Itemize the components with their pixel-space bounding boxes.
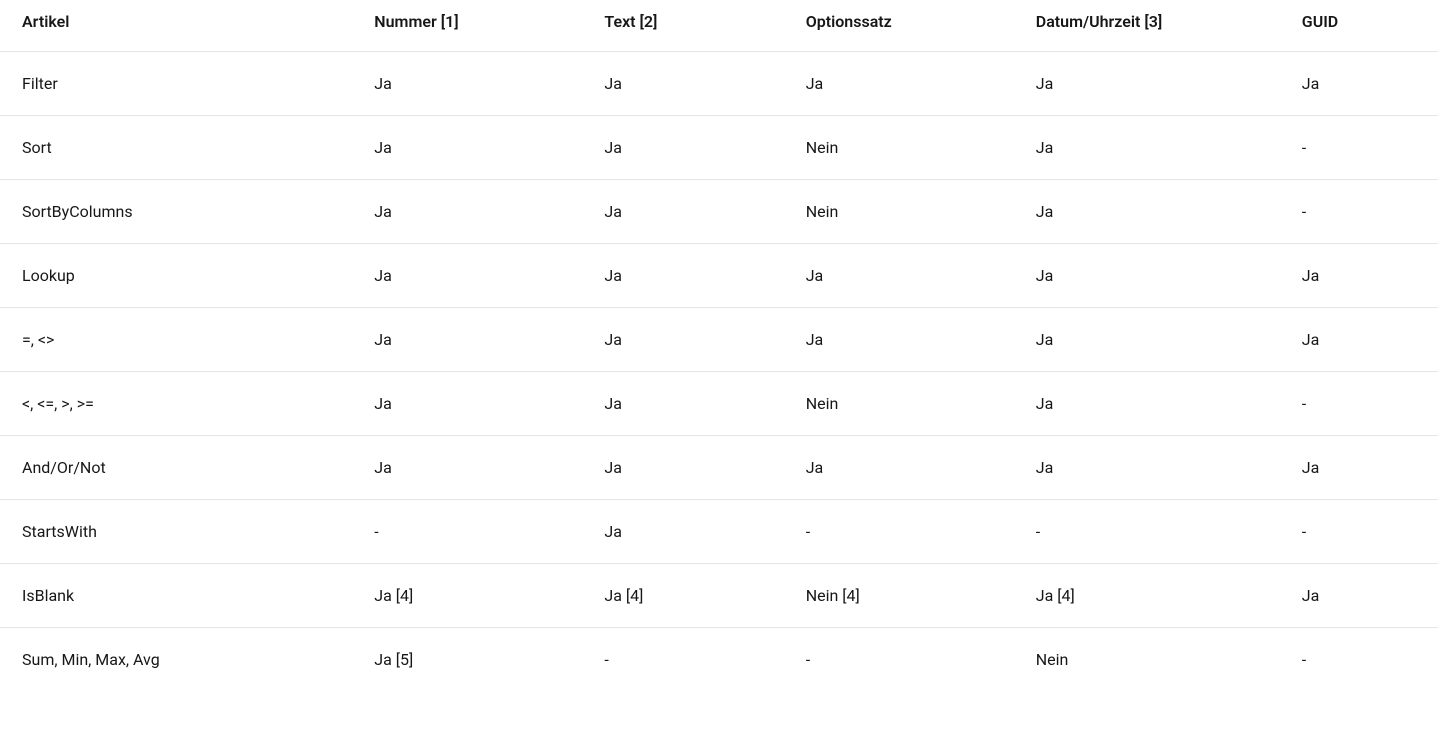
cell-datum: Ja [1014, 436, 1280, 500]
cell-guid: Ja [1280, 436, 1438, 500]
cell-optionssatz: Nein [784, 116, 1014, 180]
cell-nummer: Ja [352, 372, 582, 436]
cell-text: Ja [582, 52, 783, 116]
cell-datum: Ja [1014, 116, 1280, 180]
cell-text: Ja [4] [582, 564, 783, 628]
cell-text: - [582, 628, 783, 692]
cell-artikel: IsBlank [0, 564, 352, 628]
cell-nummer: Ja [352, 116, 582, 180]
table-row: Sum, Min, Max, Avg Ja [5] - - Nein - [0, 628, 1438, 692]
cell-artikel: And/Or/Not [0, 436, 352, 500]
table-row: <, <=, >, >= Ja Ja Nein Ja - [0, 372, 1438, 436]
cell-optionssatz: Nein [784, 180, 1014, 244]
cell-optionssatz: Nein [4] [784, 564, 1014, 628]
cell-datum: - [1014, 500, 1280, 564]
cell-artikel: Lookup [0, 244, 352, 308]
cell-guid: Ja [1280, 564, 1438, 628]
cell-optionssatz: Ja [784, 52, 1014, 116]
cell-guid: Ja [1280, 52, 1438, 116]
cell-optionssatz: Ja [784, 308, 1014, 372]
header-nummer: Nummer [1] [352, 0, 582, 52]
cell-nummer: Ja [352, 308, 582, 372]
cell-artikel: StartsWith [0, 500, 352, 564]
cell-artikel: =, <> [0, 308, 352, 372]
header-text: Text [2] [582, 0, 783, 52]
cell-text: Ja [582, 308, 783, 372]
header-optionssatz: Optionssatz [784, 0, 1014, 52]
cell-datum: Ja [1014, 52, 1280, 116]
table-row: IsBlank Ja [4] Ja [4] Nein [4] Ja [4] Ja [0, 564, 1438, 628]
cell-datum: Ja [1014, 180, 1280, 244]
cell-text: Ja [582, 500, 783, 564]
cell-text: Ja [582, 116, 783, 180]
table-row: SortByColumns Ja Ja Nein Ja - [0, 180, 1438, 244]
cell-nummer: - [352, 500, 582, 564]
cell-optionssatz: Ja [784, 244, 1014, 308]
table-row: Filter Ja Ja Ja Ja Ja [0, 52, 1438, 116]
cell-datum: Ja [1014, 372, 1280, 436]
cell-nummer: Ja [352, 180, 582, 244]
cell-datum: Nein [1014, 628, 1280, 692]
cell-nummer: Ja [352, 52, 582, 116]
table-row: =, <> Ja Ja Ja Ja Ja [0, 308, 1438, 372]
cell-nummer: Ja [352, 436, 582, 500]
header-artikel: Artikel [0, 0, 352, 52]
cell-text: Ja [582, 436, 783, 500]
cell-artikel: Sum, Min, Max, Avg [0, 628, 352, 692]
cell-optionssatz: - [784, 628, 1014, 692]
cell-optionssatz: - [784, 500, 1014, 564]
cell-datum: Ja [1014, 308, 1280, 372]
cell-nummer: Ja [352, 244, 582, 308]
cell-artikel: <, <=, >, >= [0, 372, 352, 436]
header-datum-uhrzeit: Datum/Uhrzeit [3] [1014, 0, 1280, 52]
table-row: Sort Ja Ja Nein Ja - [0, 116, 1438, 180]
cell-nummer: Ja [5] [352, 628, 582, 692]
cell-datum: Ja [1014, 244, 1280, 308]
table-row: StartsWith - Ja - - - [0, 500, 1438, 564]
cell-guid: - [1280, 180, 1438, 244]
cell-datum: Ja [4] [1014, 564, 1280, 628]
header-guid: GUID [1280, 0, 1438, 52]
cell-guid: - [1280, 500, 1438, 564]
cell-artikel: Filter [0, 52, 352, 116]
capabilities-table: Artikel Nummer [1] Text [2] Optionssatz … [0, 0, 1438, 691]
cell-text: Ja [582, 372, 783, 436]
table-header-row: Artikel Nummer [1] Text [2] Optionssatz … [0, 0, 1438, 52]
cell-text: Ja [582, 180, 783, 244]
cell-optionssatz: Ja [784, 436, 1014, 500]
cell-text: Ja [582, 244, 783, 308]
cell-guid: - [1280, 628, 1438, 692]
table-row: And/Or/Not Ja Ja Ja Ja Ja [0, 436, 1438, 500]
table-row: Lookup Ja Ja Ja Ja Ja [0, 244, 1438, 308]
cell-guid: - [1280, 372, 1438, 436]
cell-artikel: Sort [0, 116, 352, 180]
cell-optionssatz: Nein [784, 372, 1014, 436]
cell-guid: Ja [1280, 244, 1438, 308]
cell-guid: Ja [1280, 308, 1438, 372]
cell-nummer: Ja [4] [352, 564, 582, 628]
cell-artikel: SortByColumns [0, 180, 352, 244]
cell-guid: - [1280, 116, 1438, 180]
